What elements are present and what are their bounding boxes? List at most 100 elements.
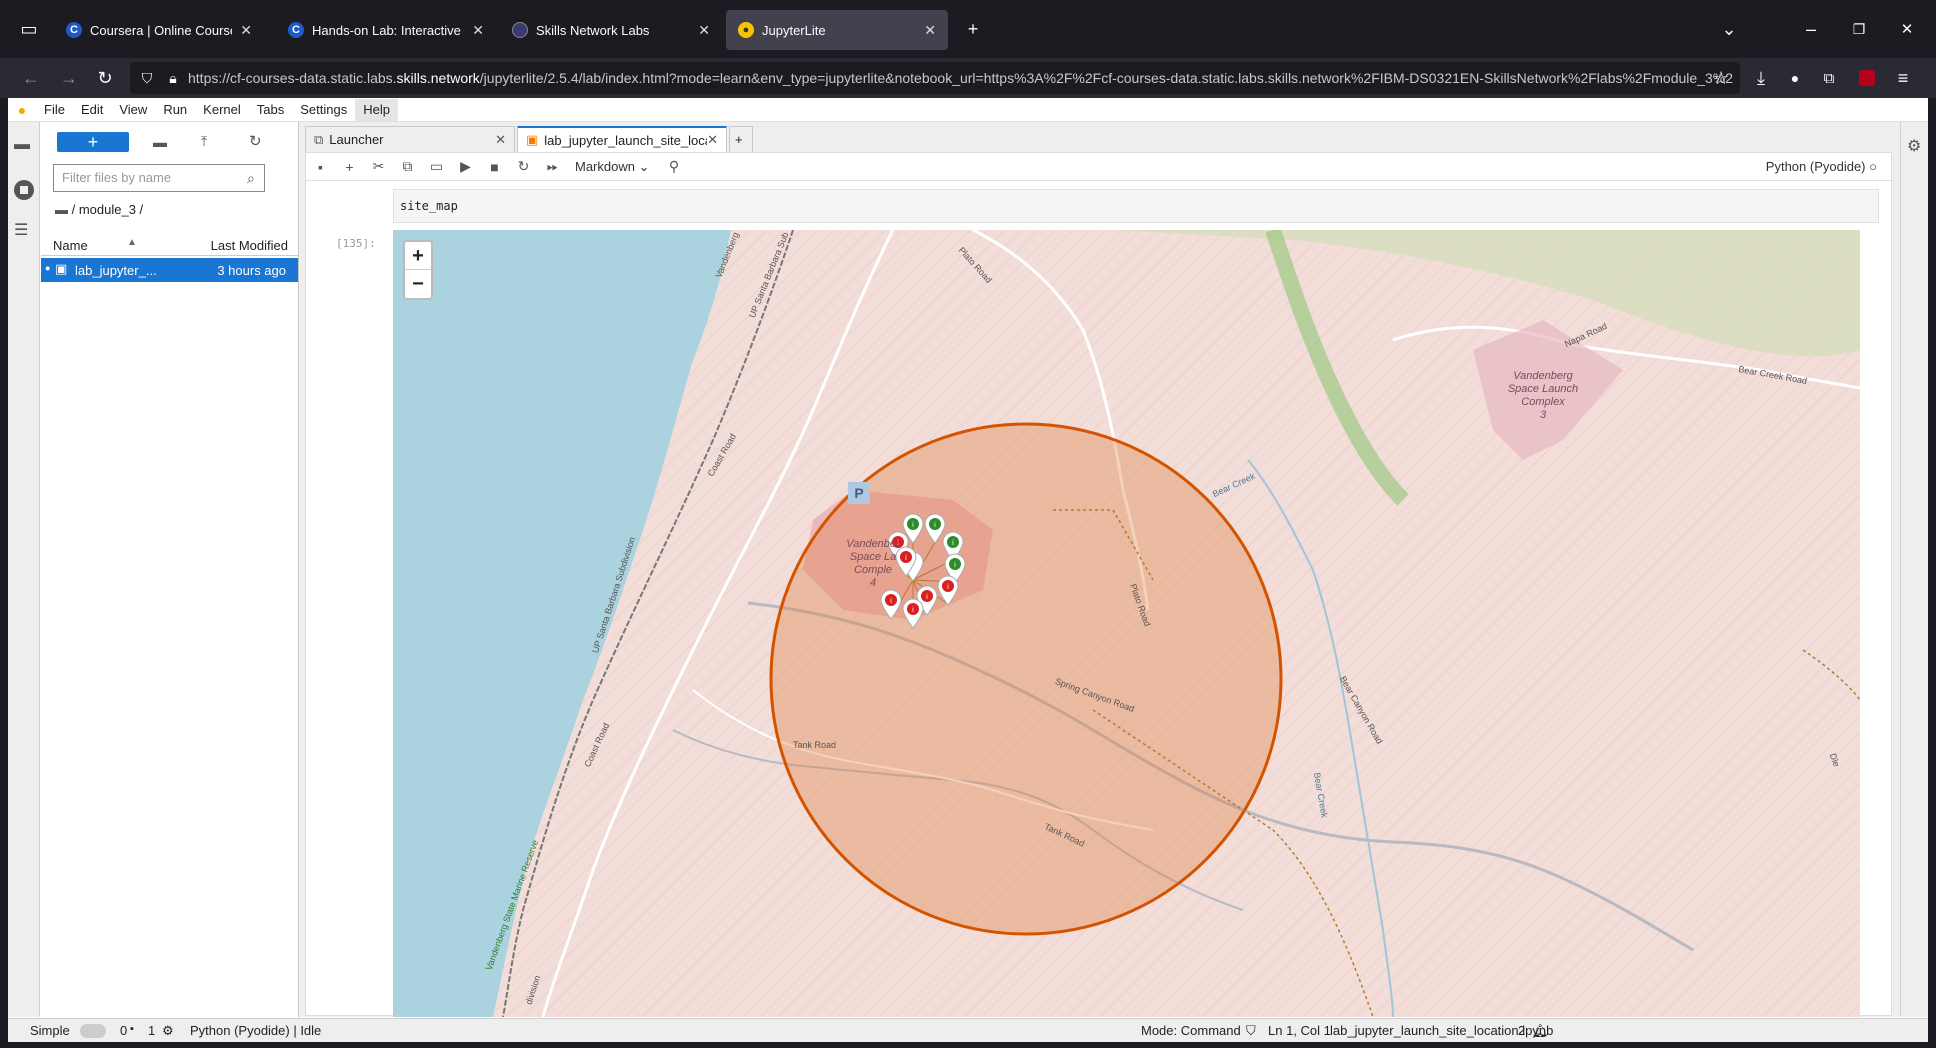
search-icon: ⌕ — [247, 170, 255, 186]
fail-marker-icon[interactable]: i — [901, 597, 925, 629]
folder-icon[interactable]: ▬ — [14, 136, 30, 154]
menu-tabs[interactable]: Tabs — [249, 99, 292, 121]
svg-text:i: i — [954, 561, 956, 569]
filter-files-input[interactable]: Filter files by name — [53, 164, 265, 192]
document-tabs: ⧉ Launcher ✕ ▣ lab_jupyter_launch_site_l… — [299, 126, 1900, 152]
menu-kernel[interactable]: Kernel — [195, 99, 249, 121]
ublock-icon[interactable] — [1852, 63, 1882, 93]
zoom-out-button[interactable]: − — [405, 270, 431, 298]
property-inspector-icon[interactable]: ⚙ — [1907, 136, 1921, 156]
new-tab-icon[interactable]: + — [958, 14, 988, 44]
coursera-icon: C — [66, 22, 82, 38]
menu-view[interactable]: View — [111, 99, 155, 121]
running-dot-icon: ● — [45, 263, 51, 273]
kernels-count[interactable]: 1 — [148, 1023, 155, 1038]
close-icon[interactable]: ✕ — [707, 132, 718, 148]
tab-overview-icon[interactable]: ▭ — [14, 14, 44, 44]
file-list-item[interactable]: ● ▣ lab_jupyter_... 3 hours ago — [41, 258, 298, 282]
browser-tab-bar: ▭ C Coursera | Online Courses From ✕ C H… — [0, 0, 1936, 58]
right-sidebar: ⚙ — [1900, 122, 1928, 1017]
menu-edit[interactable]: Edit — [73, 99, 111, 121]
run-all-icon[interactable]: ⏩︎ — [538, 155, 567, 179]
fail-marker-icon[interactable]: i — [936, 574, 960, 606]
notification-count[interactable]: 2 — [1518, 1023, 1525, 1038]
copy-icon[interactable]: ⧉ — [393, 155, 422, 179]
menu-icon[interactable]: ≡ — [1888, 63, 1918, 93]
lock-icon[interactable]: 🔒︎ — [158, 63, 188, 93]
running-icon[interactable] — [14, 180, 34, 200]
simple-mode-toggle[interactable] — [80, 1024, 106, 1038]
extensions-icon[interactable]: ⧉ — [1814, 63, 1844, 93]
svg-text:i: i — [890, 597, 892, 605]
svg-text:i: i — [952, 539, 954, 547]
list-tabs-icon[interactable]: ⌄ — [1714, 14, 1744, 44]
folium-map[interactable]: iiiiiiiiiii Vandenberg Space Launch Comp… — [393, 230, 1860, 1017]
new-launcher-button[interactable]: + — [57, 132, 129, 152]
bell-icon[interactable]: 🔔︎ — [1532, 1023, 1549, 1039]
file-list-header: Name ▲ Last Modified — [41, 234, 298, 256]
notebook-panel: ▪ + ✂ ⧉ ▭ ▶ ■ ↻ ⏩︎ Markdown ⌄ ⚲ Python (… — [305, 152, 1892, 1017]
shield-check-icon: ⛉ — [1246, 1023, 1256, 1038]
cell-type-select[interactable]: Markdown ⌄ — [575, 159, 650, 175]
run-icon[interactable]: ▶ — [451, 155, 480, 179]
close-tab-icon[interactable]: ✕ — [240, 22, 252, 39]
close-tab-icon[interactable]: ✕ — [924, 22, 936, 39]
terminals-count[interactable]: 0 — [120, 1023, 127, 1038]
cut-icon[interactable]: ✂ — [364, 155, 393, 179]
code-cell-input[interactable]: site_map — [393, 189, 1879, 223]
browser-tab-jupyterlite[interactable]: ● JupyterLite ✕ — [726, 10, 948, 50]
reload-icon[interactable]: ↻ — [90, 63, 120, 93]
fail-marker-icon[interactable]: i — [879, 588, 903, 620]
account-icon[interactable]: ● — [1780, 63, 1810, 93]
map-canvas[interactable] — [393, 230, 1860, 1017]
cursor-position[interactable]: Ln 1, Col 1 — [1268, 1023, 1331, 1038]
tab-launcher[interactable]: ⧉ Launcher ✕ — [305, 126, 515, 152]
paste-icon[interactable]: ▭ — [422, 155, 451, 179]
svg-text:i: i — [926, 593, 928, 601]
toc-icon[interactable]: ☰ — [14, 220, 28, 240]
refresh-icon[interactable]: ↻ — [249, 132, 262, 150]
close-icon[interactable]: ✕ — [495, 132, 506, 148]
svg-text:i: i — [912, 521, 914, 529]
back-icon[interactable]: ← — [16, 63, 46, 93]
kernel-indicator[interactable]: Python (Pyodide) ○ — [1766, 159, 1877, 174]
browser-tab-coursera[interactable]: C Coursera | Online Courses From ✕ — [54, 10, 264, 50]
label-tank-road: Tank Road — [793, 740, 837, 750]
browser-tab-hands-on-lab[interactable]: C Hands-on Lab: Interactive Visu ✕ — [276, 10, 496, 50]
minimize-icon[interactable]: – — [1796, 14, 1826, 44]
forward-icon[interactable]: → — [54, 63, 84, 93]
menu-settings[interactable]: Settings — [292, 99, 355, 121]
restore-icon[interactable]: ❐ — [1844, 14, 1874, 44]
breadcrumb[interactable]: ▬ / module_3 / — [55, 202, 143, 217]
menu-file[interactable]: File — [36, 99, 73, 121]
close-tab-icon[interactable]: ✕ — [698, 22, 710, 39]
stop-icon[interactable]: ■ — [480, 155, 509, 179]
close-tab-icon[interactable]: ✕ — [472, 22, 484, 39]
notebook-toolbar: ▪ + ✂ ⧉ ▭ ▶ ■ ↻ ⏩︎ Markdown ⌄ ⚲ Python (… — [306, 153, 1891, 181]
jupyterlite-app: ● File Edit View Run Kernel Tabs Setting… — [8, 98, 1928, 1042]
menu-run[interactable]: Run — [155, 99, 195, 121]
url-field[interactable]: https://cf-courses-data.static.labs.skil… — [130, 62, 1740, 94]
bookmark-star-icon[interactable]: ☆ — [1706, 63, 1736, 93]
new-tab-button[interactable]: + — [729, 126, 753, 152]
insert-cell-icon[interactable]: + — [335, 155, 364, 179]
close-window-icon[interactable]: ✕ — [1892, 14, 1922, 44]
browser-tab-skills-network[interactable]: Skills Network Labs ✕ — [500, 10, 722, 50]
zoom-in-button[interactable]: + — [405, 242, 431, 270]
download-icon[interactable]: ⤓ — [1746, 63, 1776, 93]
status-bar: Simple 0 ▪ 1 ⚙ Python (Pyodide) | Idle M… — [8, 1018, 1928, 1042]
new-folder-icon[interactable]: ▬ — [153, 134, 167, 150]
simple-mode-label: Simple — [30, 1023, 70, 1038]
save-icon[interactable]: ▪ — [306, 155, 335, 179]
parking-icon: P — [848, 482, 870, 504]
column-name[interactable]: Name — [53, 238, 88, 253]
column-last-modified[interactable]: Last Modified — [211, 238, 288, 253]
file-modified: 3 hours ago — [217, 263, 286, 278]
restart-icon[interactable]: ↻ — [509, 155, 538, 179]
tab-notebook[interactable]: ▣ lab_jupyter_launch_site_locat ✕ — [517, 126, 727, 152]
folder-icon: ▬ — [55, 202, 72, 217]
menu-help[interactable]: Help — [355, 98, 398, 121]
pin-icon[interactable]: ⚲ — [660, 155, 689, 179]
upload-icon[interactable]: ⤒ — [201, 133, 207, 150]
kernel-status[interactable]: Python (Pyodide) | Idle — [190, 1023, 321, 1038]
